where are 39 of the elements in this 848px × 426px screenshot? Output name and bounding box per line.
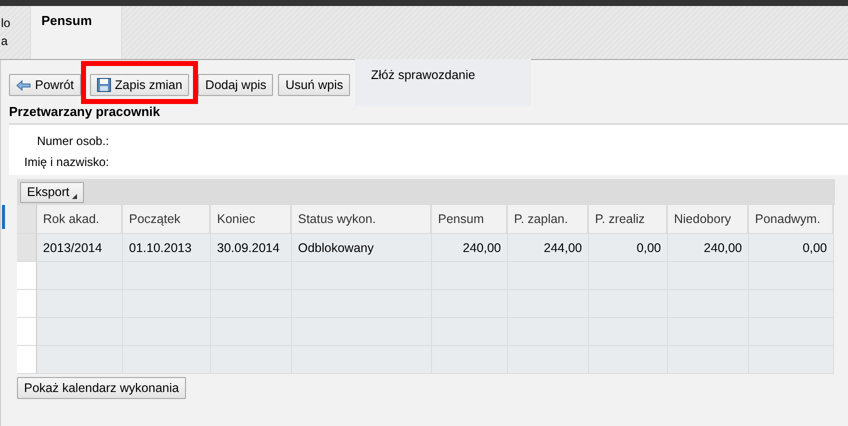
export-button[interactable]: Eksport [20,182,84,202]
row-selector[interactable] [17,318,37,346]
dropdown-icon [72,194,78,198]
column-header[interactable]: Niedobory [668,205,749,234]
row-selector[interactable] [17,234,37,262]
table-cell: 30.09.2014 [211,234,292,262]
table-cell: 240,00 [432,234,508,262]
tab[interactable]: lo a [0,6,10,59]
back-arrow-icon [16,80,31,90]
table-cell: Odblokowany [292,234,432,262]
select-all-cell[interactable] [17,205,37,234]
tab[interactable]: Pensum [30,6,122,59]
column-header[interactable]: Koniec [211,205,292,234]
column-header[interactable]: P. zrealiz [589,205,668,234]
column-header[interactable]: Pensum [432,205,508,234]
toolbar-button[interactable]: Zapis zmian [90,74,190,96]
row-selector[interactable] [17,262,37,290]
table-cell: 2013/2014 [37,234,123,262]
column-header[interactable]: Rok akad. [37,205,123,234]
column-header[interactable]: Początek [123,205,211,234]
field-label: Numer osob.: [36,134,109,150]
menu-item[interactable]: Złóż sprawozdanie [371,68,515,82]
field-label: Imię i nazwisko: [24,154,109,170]
table-cell: 0,00 [749,234,834,262]
table-cell: 0,00 [589,234,668,262]
column-header[interactable]: Ponadwym. [749,205,834,234]
table-cell: 240,00 [668,234,749,262]
section-title: Przetwarzany pracownik [9,103,161,121]
column-header[interactable]: Status wykon. [292,205,432,234]
row-selector[interactable] [17,346,37,374]
table-cell: 244,00 [508,234,589,262]
row-selector[interactable] [17,290,37,318]
toolbar-button[interactable]: Usuń wpis [278,74,350,96]
toolbar-button[interactable]: Powrót [9,74,81,96]
column-header[interactable]: P. zaplan. [508,205,589,234]
toolbar-button[interactable]: Dodaj wpis [198,74,274,96]
show-calendar-button[interactable]: Pokaż kalendarz wykonania [17,377,186,399]
table-cell: 01.10.2013 [123,234,211,262]
selection-marker [2,205,5,229]
